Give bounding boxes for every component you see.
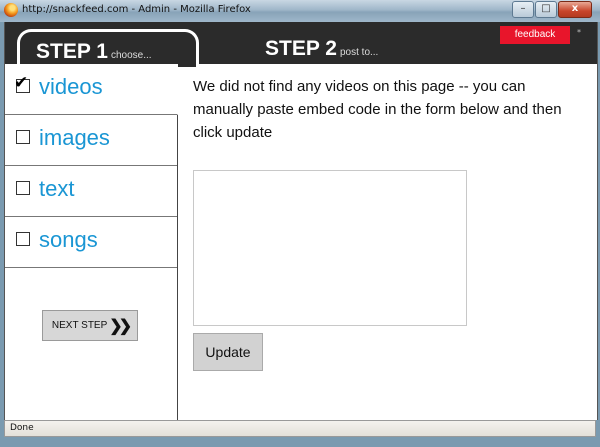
update-button[interactable]: Update (193, 333, 263, 371)
window-titlebar: http://snackfeed.com - Admin - Mozilla F… (0, 0, 600, 22)
step-1-subtitle: choose... (110, 50, 152, 61)
window-bottom-frame (0, 437, 600, 447)
close-icon: x (571, 3, 579, 14)
window-title: http://snackfeed.com - Admin - Mozilla F… (22, 4, 251, 15)
category-label: videos (39, 74, 103, 99)
maximize-button[interactable]: □ (535, 1, 557, 18)
embed-code-input[interactable] (193, 170, 467, 326)
category-sidebar: ✔ videos images text songs NEXT STEP ❯❯ (5, 64, 178, 420)
minimize-icon: – (520, 3, 526, 14)
tab-step-1[interactable]: STEP 1 choose... (17, 29, 199, 67)
checkbox-songs[interactable] (16, 232, 30, 246)
next-step-label: NEXT STEP (51, 320, 108, 331)
step-1-title: STEP 1 (36, 40, 108, 63)
steps-header: STEP 1 choose... STEP 2 post to... feedbac… (5, 22, 597, 67)
category-label: images (39, 125, 110, 150)
status-text: Done (10, 423, 34, 433)
category-item-videos[interactable]: ✔ videos (5, 64, 178, 115)
firefox-icon (4, 3, 18, 17)
double-chevron-right-icon: ❯❯ (109, 317, 132, 335)
tab-step-2[interactable]: STEP 2 post to... (265, 37, 378, 61)
category-item-images[interactable]: images (5, 115, 177, 166)
close-button[interactable]: x (558, 1, 592, 18)
category-label: songs (39, 227, 98, 252)
corner-mark: * (577, 28, 581, 37)
checkbox-images[interactable] (16, 130, 30, 144)
next-step-button[interactable]: NEXT STEP ❯❯ (42, 310, 138, 341)
step-2-subtitle: post to... (339, 47, 379, 58)
window-controls: – □ x (511, 1, 592, 18)
category-item-text[interactable]: text (5, 166, 177, 217)
maximize-icon: □ (541, 3, 551, 14)
step-2-title: STEP 2 (265, 37, 337, 60)
minimize-button[interactable]: – (512, 1, 534, 18)
no-videos-message: We did not find any videos on this page … (193, 78, 562, 141)
page-content: STEP 1 choose... STEP 2 post to... feedbac… (4, 22, 598, 420)
category-label: text (39, 176, 75, 201)
checkbox-text[interactable] (16, 181, 30, 195)
feedback-button[interactable]: feedback (500, 26, 570, 44)
category-item-songs[interactable]: songs (5, 217, 177, 268)
checkmark-icon: ✔ (14, 73, 29, 93)
status-bar: Done (4, 420, 596, 437)
